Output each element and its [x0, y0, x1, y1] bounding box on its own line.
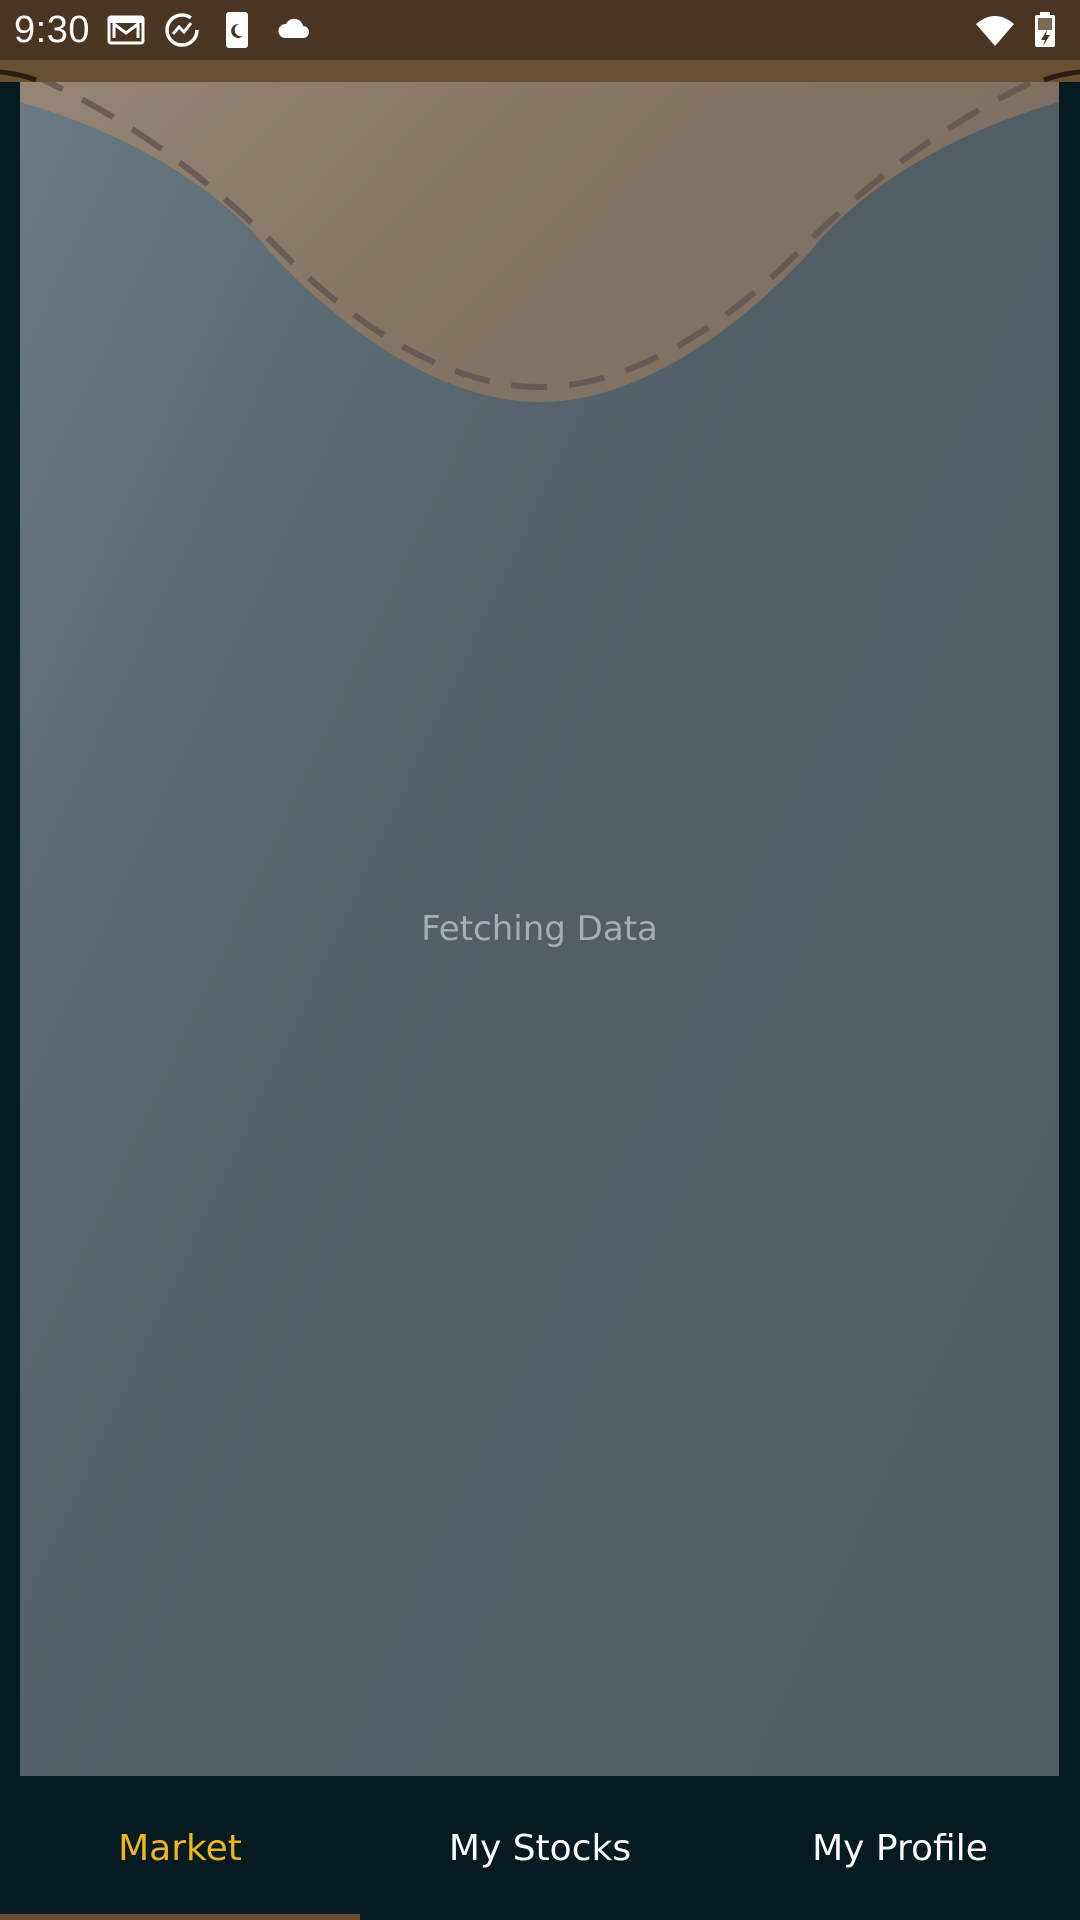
- phone-moon-icon: [222, 10, 252, 50]
- active-tab-indicator: [0, 1914, 360, 1920]
- tab-my-profile-label: My Profile: [812, 1827, 988, 1869]
- status-time: 9:30: [14, 9, 90, 51]
- loading-message: Fetching Data: [421, 909, 658, 949]
- battery-icon: [1032, 10, 1058, 50]
- wifi-icon: [974, 10, 1016, 50]
- tab-market-label: Market: [118, 1827, 242, 1869]
- market-content-panel: Fetching Data: [20, 82, 1059, 1776]
- tab-my-stocks[interactable]: My Stocks: [360, 1776, 720, 1920]
- tab-my-stocks-label: My Stocks: [448, 1827, 632, 1869]
- cloud-icon: [276, 10, 312, 50]
- tab-market[interactable]: Market: [0, 1776, 360, 1920]
- sync-chart-icon: [162, 10, 202, 50]
- app-screen: 9:30 Fetching Data Market My Stocks My P…: [0, 0, 1080, 1920]
- tab-my-profile[interactable]: My Profile: [720, 1776, 1080, 1920]
- header-strip: [0, 60, 1080, 82]
- status-bar: 9:30: [0, 0, 1080, 60]
- gmail-icon: [106, 10, 146, 50]
- bottom-navigation: Market My Stocks My Profile: [0, 1776, 1080, 1920]
- header-wave-decoration: [20, 82, 1059, 402]
